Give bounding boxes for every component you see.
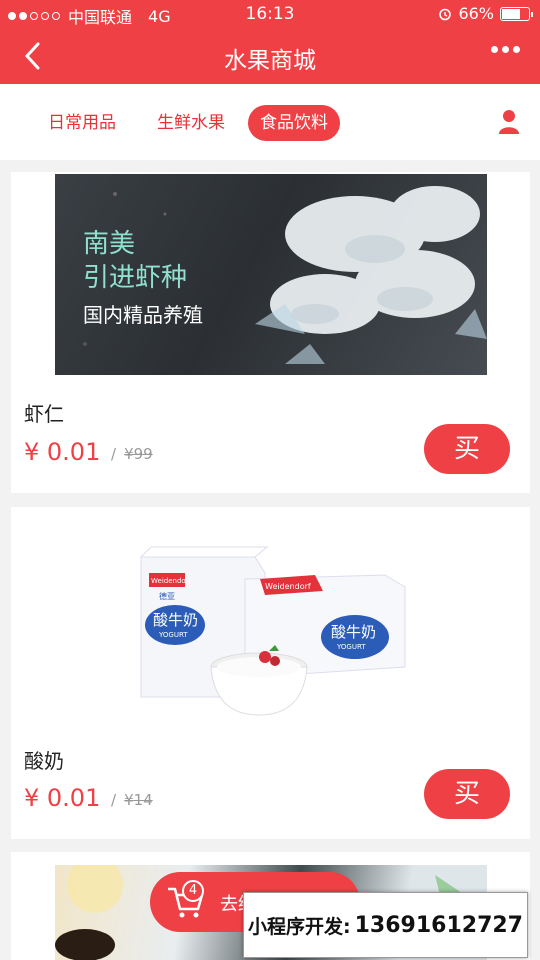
product-image-shrimp: 南美 引进虾种 国内精品养殖 — [55, 174, 487, 375]
product-card-shrimp[interactable]: 南美 引进虾种 国内精品养殖 虾仁 ¥ 0.01 /¥99 买 — [11, 172, 530, 493]
more-icon[interactable] — [491, 46, 520, 53]
product-name: 虾仁 — [24, 402, 64, 426]
promo-phone: 13691612727 — [354, 912, 523, 938]
buy-button[interactable]: 买 — [424, 769, 510, 819]
svg-text:酸牛奶: 酸牛奶 — [331, 623, 376, 641]
product-original-price: / ¥14 — [111, 791, 153, 809]
alarm-icon — [439, 8, 452, 20]
product-original-price: / ¥99 — [111, 445, 153, 463]
user-icon[interactable] — [498, 109, 520, 135]
svg-text:YOGURT: YOGURT — [158, 631, 188, 639]
battery-percent: 66% — [458, 4, 494, 23]
svg-text:引进虾种: 引进虾种 — [83, 263, 187, 293]
category-tabs: 日常用品 生鲜水果 食品饮料 — [0, 84, 540, 160]
buy-button[interactable]: 买 — [424, 424, 510, 474]
page-title: 水果商城 — [224, 48, 316, 74]
nav-bar: 水果商城 — [0, 28, 540, 84]
status-bar: 中国联通 4G 16:13 66% — [0, 0, 540, 28]
product-price: ¥ 0.01 — [24, 784, 101, 812]
svg-text:德亚: 德亚 — [159, 591, 175, 601]
tab-fresh-fruit[interactable]: 生鲜水果 — [145, 105, 237, 141]
cart-count-badge: 4 — [182, 880, 204, 902]
yogurt-photo: Weidendorf 德亚 酸牛奶 YOGURT Weidendorf 酸牛奶 … — [139, 546, 406, 716]
svg-text:YOGURT: YOGURT — [336, 643, 366, 651]
tab-daily-goods[interactable]: 日常用品 — [36, 105, 128, 141]
product-card-yogurt[interactable]: Weidendorf 德亚 酸牛奶 YOGURT Weidendorf 酸牛奶 … — [11, 507, 530, 839]
tab-food-drinks[interactable]: 食品饮料 — [248, 105, 340, 141]
product-image-yogurt: Weidendorf 德亚 酸牛奶 YOGURT Weidendorf 酸牛奶 … — [55, 517, 487, 717]
svg-text:酸牛奶: 酸牛奶 — [153, 611, 198, 629]
promo-overlay: 小程序开发: 13691612727 — [243, 892, 528, 958]
shrimp-photo: 南美 引进虾种 国内精品养殖 — [83, 186, 487, 364]
svg-text:南美: 南美 — [83, 229, 135, 259]
product-price: ¥ 0.01 — [24, 438, 101, 466]
svg-text:国内精品养殖: 国内精品养殖 — [83, 303, 203, 327]
svg-text:Weidendorf: Weidendorf — [151, 577, 192, 585]
product-name: 酸奶 — [24, 749, 64, 773]
status-right: 66% — [438, 4, 533, 23]
svg-text:Weidendorf: Weidendorf — [265, 582, 311, 591]
promo-label: 小程序开发: — [248, 915, 351, 938]
battery-icon — [500, 6, 533, 21]
